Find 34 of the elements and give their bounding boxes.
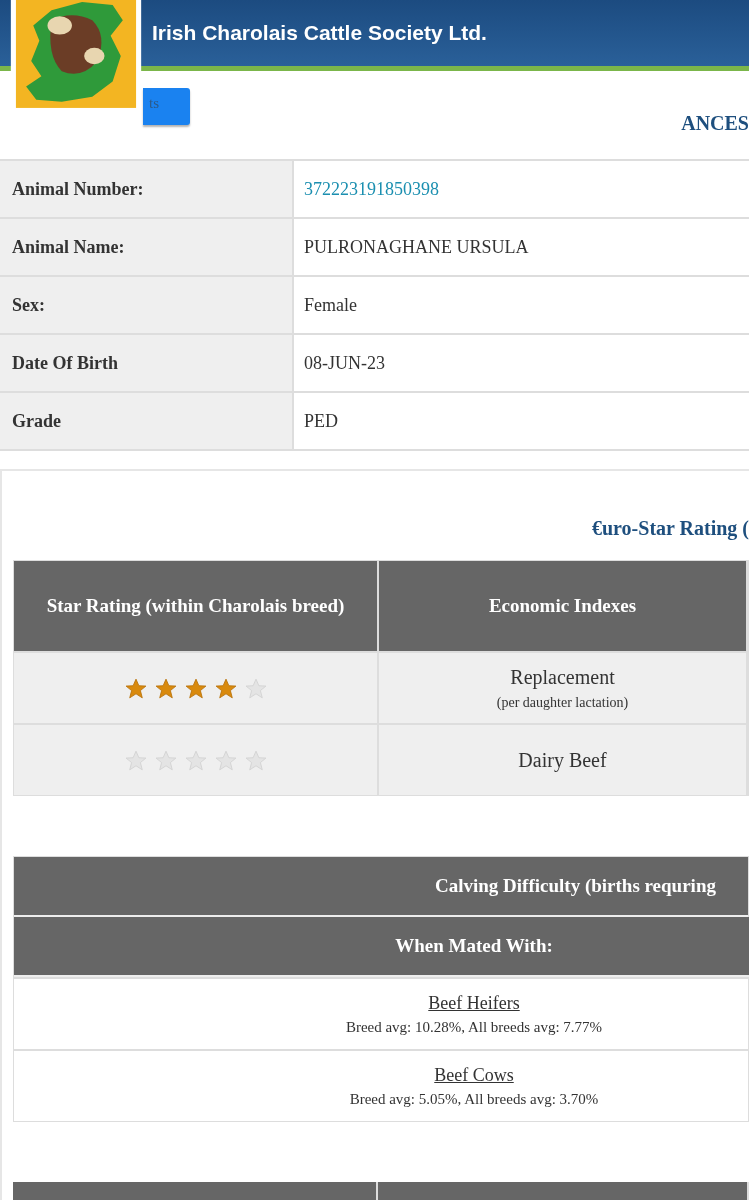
index-name: Replacement [510,665,615,689]
field-value: 08-JUN-23 [303,351,386,375]
column-header: Star Rating (within Charolais breed) [14,561,379,651]
category-link[interactable]: Beef Cows [434,1064,514,1086]
star-icon [244,749,267,771]
field-value: PED [303,409,339,433]
field-label: Animal Number: [0,161,294,217]
site-title: Irish Charolais Cattle Society Ltd. [152,21,487,45]
star-icon [214,749,237,771]
section-title: ANCES [681,112,749,135]
animal-number-link[interactable]: 372223191850398 [304,178,439,200]
field-label: Animal Name: [0,219,294,275]
average-text: Breed avg: 10.28%, All breeds avg: 7.77% [345,1018,603,1036]
index-name: Dairy Beef [518,748,607,772]
star-icon [184,677,207,699]
index-note: (per daughter lactation) [496,694,629,711]
section-heading: €uro-Star Rating ( [590,516,749,542]
category-link[interactable]: Beef Heifers [428,992,520,1014]
star-icon [214,677,237,699]
star-icon [184,749,207,771]
star-icon [154,749,177,771]
field-label: Grade [0,393,294,449]
field-value: PULRONAGHANE URSULA [303,235,530,259]
field-value: Female [303,293,358,317]
table-header: When Mated With: [14,917,749,977]
star-icon [124,749,147,771]
star-icon [154,677,177,699]
field-label: Date Of Birth [0,335,294,391]
average-text: Breed avg: 5.05%, All breeds avg: 3.70% [349,1090,599,1108]
column-header: Economic Indexes [379,561,748,651]
table-header: Calving Difficulty (births requring [14,857,748,917]
star-icon [244,677,267,699]
field-label: Sex: [0,277,294,333]
star-icon [124,677,147,699]
